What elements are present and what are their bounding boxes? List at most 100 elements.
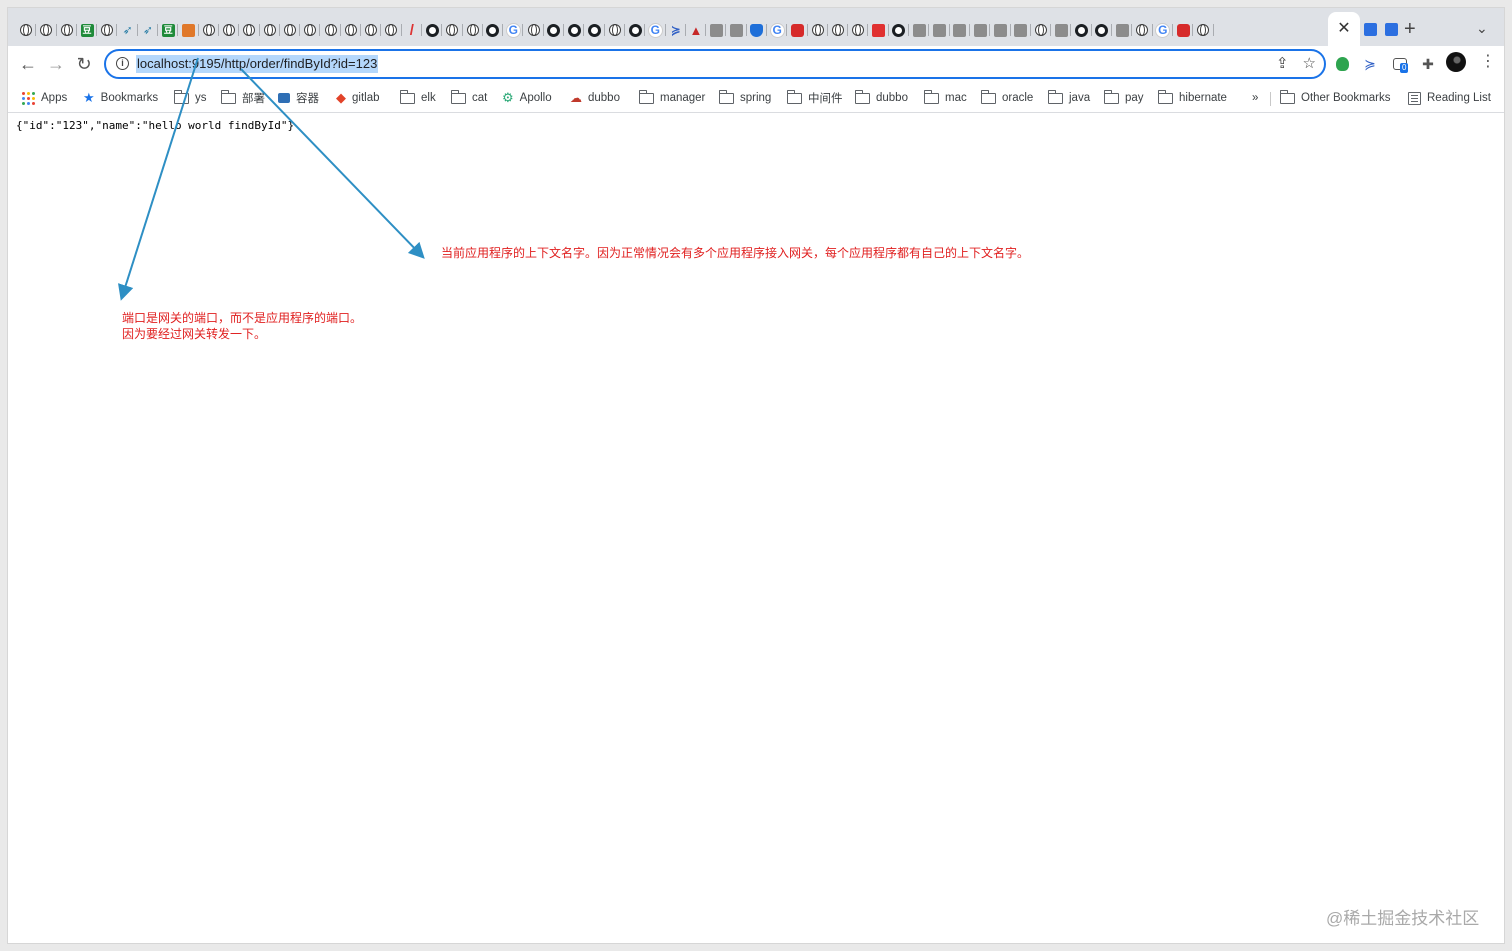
tab[interactable]: ➶ [117, 19, 139, 41]
bookmark-java[interactable]: java [1047, 89, 1090, 107]
tab[interactable] [422, 19, 443, 41]
tab[interactable] [929, 19, 950, 41]
bookmark-Apollo[interactable]: ⚙ Apollo [502, 89, 552, 107]
bookmark-elk[interactable]: elk [399, 89, 436, 107]
extensions-puzzle-icon[interactable]: ✚ [1418, 54, 1438, 74]
site-info-icon[interactable]: i [116, 57, 129, 70]
tab[interactable] [36, 19, 57, 41]
bookmark-hibernate[interactable]: hibernate [1157, 89, 1227, 107]
tab[interactable]: 豆 [158, 19, 179, 41]
tab[interactable] [361, 19, 382, 41]
profile-avatar[interactable] [1446, 52, 1466, 72]
sync-extension-icon[interactable]: 0 [1390, 54, 1410, 74]
tab[interactable] [1193, 19, 1214, 41]
tab[interactable] [726, 19, 747, 41]
tab[interactable] [950, 19, 971, 41]
tab[interactable] [706, 19, 727, 41]
tab-search-menu-icon[interactable]: ⌄ [1476, 18, 1488, 38]
tab[interactable] [625, 19, 646, 41]
address-bar[interactable]: i localhost:9195/http/order/findById?id=… [104, 49, 1326, 79]
tab[interactable] [564, 19, 585, 41]
tab[interactable]: ▲ [686, 19, 707, 41]
back-button[interactable]: ← [16, 52, 40, 76]
tab[interactable] [483, 19, 504, 41]
tab[interactable] [260, 19, 281, 41]
tab[interactable] [1112, 19, 1133, 41]
active-tab[interactable]: ✕ [1328, 12, 1360, 46]
tab[interactable] [544, 19, 565, 41]
tab[interactable] [463, 19, 484, 41]
tab[interactable] [848, 19, 869, 41]
bookmark-gitlab[interactable]: ◆ gitlab [336, 89, 380, 107]
tab[interactable]: G [503, 19, 524, 41]
tab[interactable] [16, 19, 37, 41]
tab[interactable] [280, 19, 301, 41]
tab[interactable] [747, 19, 768, 41]
tab[interactable] [787, 19, 808, 41]
bookmark-dubbo[interactable]: dubbo [854, 89, 908, 107]
tab[interactable] [97, 19, 118, 41]
tab[interactable] [990, 19, 1011, 41]
evernote-extension-icon[interactable] [1332, 54, 1352, 74]
tab[interactable] [1011, 19, 1032, 41]
reading-list-button[interactable]: Reading List [1408, 89, 1491, 107]
bookmark-Bookmarks[interactable]: ★ Bookmarks [83, 89, 158, 107]
bookmark-pay[interactable]: pay [1103, 89, 1144, 107]
bookmark-oracle[interactable]: oracle [980, 89, 1033, 107]
tab[interactable]: ≽ [666, 19, 687, 41]
share-icon[interactable]: ⇪ [1276, 54, 1289, 74]
tab[interactable] [1173, 19, 1194, 41]
tab[interactable] [178, 19, 199, 41]
bookmark-ys[interactable]: ys [173, 89, 207, 107]
tab[interactable] [300, 19, 321, 41]
bookmark-dubbo[interactable]: ☁ dubbo [570, 89, 620, 107]
bookmark-mac[interactable]: mac [923, 89, 967, 107]
tab[interactable]: 豆 [77, 19, 98, 41]
tab[interactable] [605, 19, 626, 41]
tab[interactable]: / [402, 19, 423, 41]
tab-favicon-icon[interactable] [1364, 22, 1377, 36]
tab-favicon-icon[interactable] [1385, 22, 1398, 36]
tab[interactable] [909, 19, 930, 41]
tab[interactable] [1071, 19, 1093, 41]
tab[interactable]: G [645, 19, 666, 41]
tab[interactable] [1051, 19, 1072, 41]
bookmark-spring[interactable]: spring [718, 89, 771, 107]
url-text[interactable]: localhost:9195/http/order/findById?id=12… [136, 55, 379, 73]
tab[interactable] [808, 19, 829, 41]
bookmark-manager[interactable]: manager [638, 89, 705, 107]
tab[interactable] [381, 19, 402, 41]
tab[interactable] [199, 19, 220, 41]
bookmark-cat[interactable]: cat [450, 89, 487, 107]
reload-button[interactable]: ↻ [72, 52, 96, 76]
tab[interactable] [1132, 19, 1153, 41]
tab[interactable] [889, 19, 910, 41]
tab[interactable] [523, 19, 545, 41]
tab[interactable] [1092, 19, 1113, 41]
tab-pinned-group[interactable] [1364, 18, 1398, 40]
tab[interactable]: ➶ [138, 19, 159, 41]
tab[interactable] [828, 19, 849, 41]
tab[interactable]: G [1153, 19, 1174, 41]
extension-chevron-icon[interactable]: ≽ [1360, 54, 1380, 74]
bookmark-Apps[interactable]: Apps [22, 89, 67, 107]
tab[interactable]: G [767, 19, 788, 41]
tab[interactable] [219, 19, 240, 41]
tab[interactable] [239, 19, 260, 41]
browser-menu-icon[interactable]: ⋮ [1480, 54, 1496, 70]
close-tab-icon[interactable]: ✕ [1337, 21, 1350, 37]
bookmarks-overflow-button[interactable]: » [1252, 89, 1258, 107]
tab[interactable] [1031, 19, 1052, 41]
tab[interactable] [320, 19, 342, 41]
tab[interactable] [970, 19, 991, 41]
new-tab-button[interactable]: + [1404, 19, 1416, 39]
tab[interactable] [57, 19, 78, 41]
bookmark-部署[interactable]: 部署 [220, 89, 265, 107]
other-bookmarks-button[interactable]: Other Bookmarks [1279, 89, 1390, 107]
tab[interactable] [341, 19, 362, 41]
bookmark-容器[interactable]: 容器 [278, 89, 319, 107]
tab[interactable] [584, 19, 605, 41]
tab[interactable] [868, 19, 890, 41]
forward-button[interactable]: → [44, 52, 68, 76]
bookmark-star-icon[interactable]: ☆ [1303, 54, 1316, 74]
